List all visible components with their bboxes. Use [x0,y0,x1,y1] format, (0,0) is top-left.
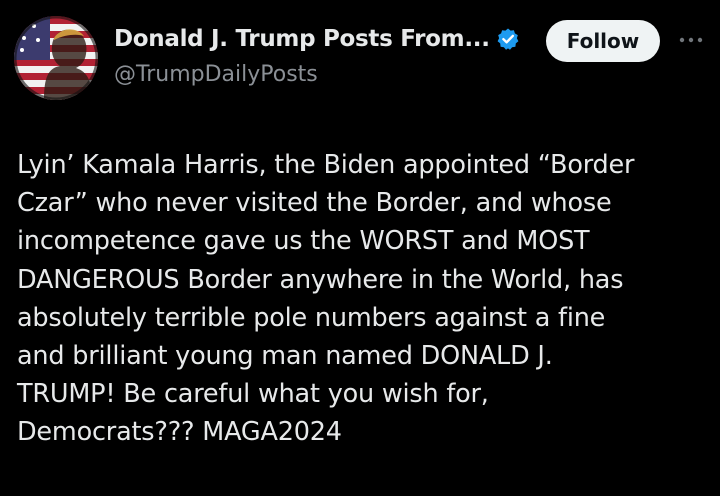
post-text-line: DANGEROUS Border anywhere in the World, … [17,264,624,295]
author-name-row: Donald J. Trump Posts From... [114,26,520,52]
post-text-line: and brilliant young man named DONALD J. [17,341,553,372]
post-text: Lyin’ Kamala Harris, the Biden appointed… [17,146,713,452]
verified-badge-icon [496,27,520,51]
post-text-line: Lyin’ Kamala Harris, the Biden appointed… [17,150,635,180]
ellipsis-icon [679,37,703,43]
post-card: Donald J. Trump Posts From... @TrumpDail… [0,0,720,496]
post-text-line: TRUMP! Be careful what you wish for, [17,379,489,410]
flag-portrait-avatar-icon [14,16,98,100]
author-handle[interactable]: @TrumpDailyPosts [114,62,318,87]
more-options-button[interactable] [676,28,706,52]
post-text-line: Czar” who never visited the Border, and … [17,188,612,219]
avatar[interactable] [14,16,98,100]
author-display-name[interactable]: Donald J. Trump Posts From... [114,26,490,52]
post-text-line: Democrats??? MAGA2024 [17,417,342,448]
post-text-line: absolutely terrible pole numbers against… [17,302,606,333]
post-text-line: incompetence gave us the WORST and MOST [17,226,590,257]
follow-button[interactable]: Follow [546,20,660,62]
